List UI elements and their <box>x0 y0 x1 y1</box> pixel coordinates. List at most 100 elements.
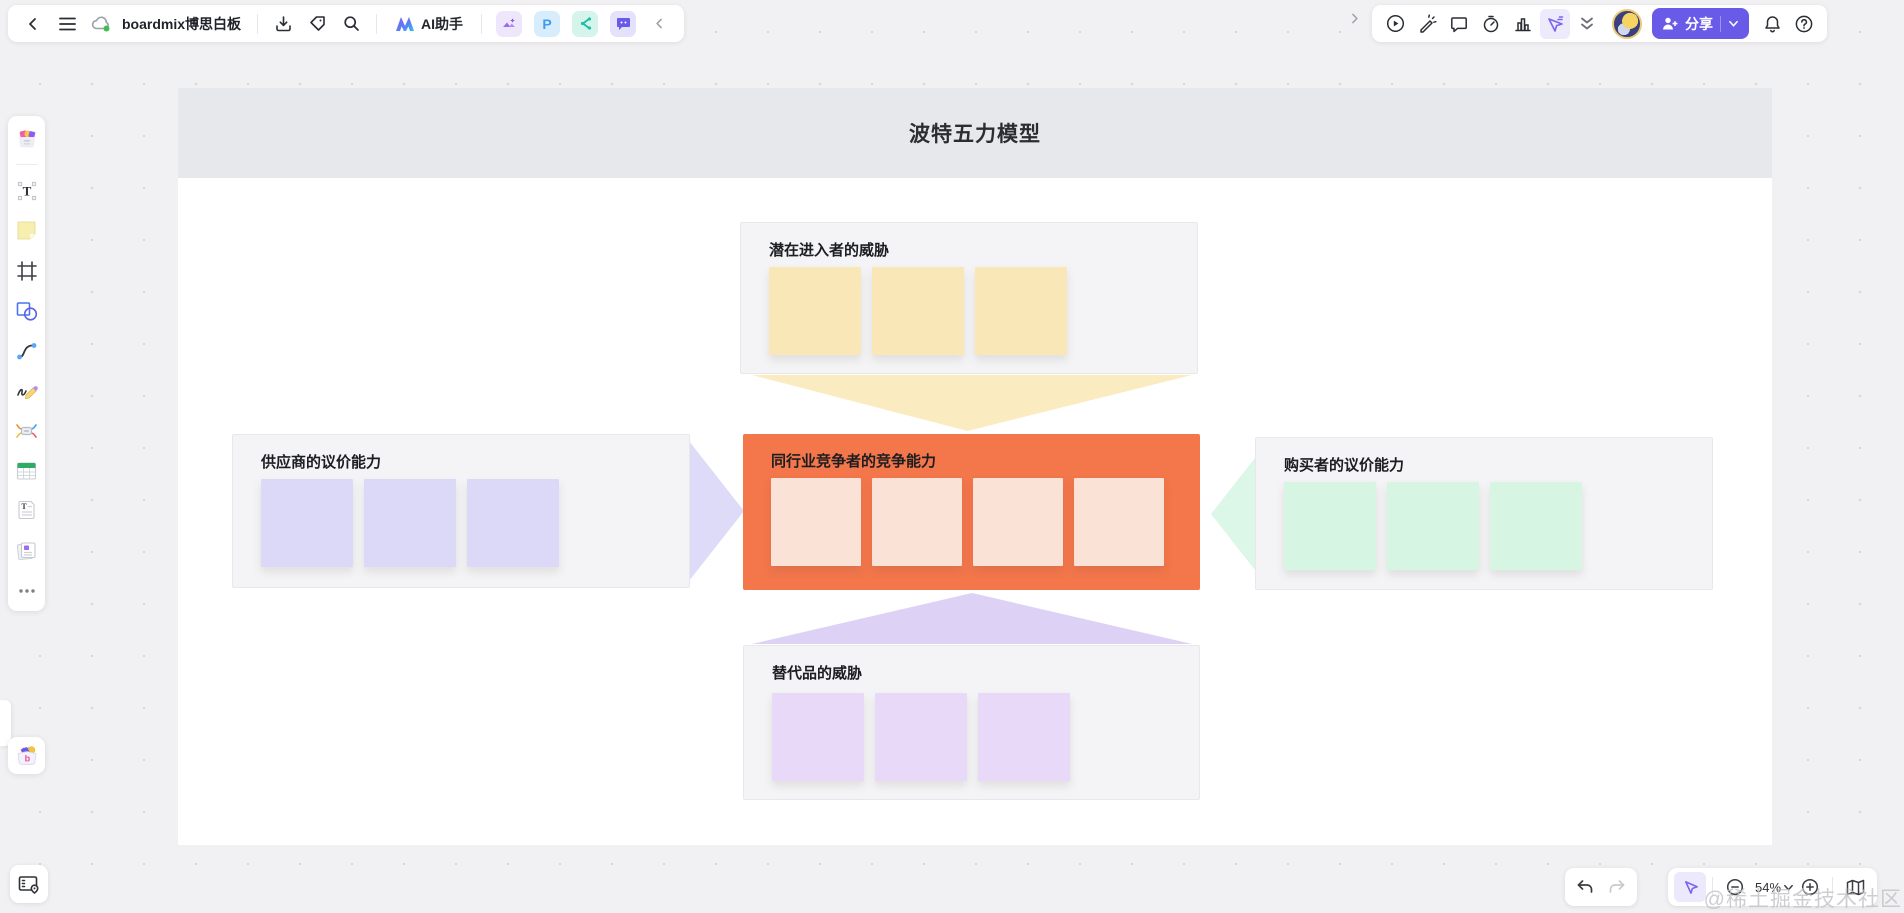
sticky-note-group <box>771 478 1164 566</box>
timer-icon <box>1483 15 1499 32</box>
sticky-note[interactable] <box>978 693 1070 781</box>
ai-logo-icon <box>396 16 415 31</box>
chevron-down-icon[interactable] <box>1783 882 1794 893</box>
force-box-rivalry[interactable]: 同行业竞争者的竞争能力 <box>743 434 1200 590</box>
ai-assistant-button[interactable]: AI助手 <box>387 9 471 39</box>
shapes-icon <box>16 301 37 321</box>
play-circle-icon <box>1386 14 1404 33</box>
force-box-new-entrants[interactable]: 潜在进入者的威胁 <box>740 222 1198 374</box>
sticky-note[interactable] <box>771 478 861 566</box>
chevron-down-icon[interactable] <box>1728 18 1739 29</box>
sticky-note[interactable] <box>1284 482 1376 570</box>
sticky-note[interactable] <box>975 267 1067 355</box>
cursor-tool-button[interactable] <box>1540 8 1570 39</box>
redo-button[interactable] <box>1601 872 1633 902</box>
force-box-suppliers[interactable]: 供应商的议价能力 <box>232 434 690 588</box>
share-button-label: 分享 <box>1685 15 1713 32</box>
pointer-mode-button[interactable] <box>1674 872 1706 902</box>
sticky-note-group <box>1284 482 1582 570</box>
back-button[interactable] <box>18 9 48 39</box>
table-tool[interactable] <box>12 456 41 485</box>
sticky-note-tool[interactable] <box>12 216 41 245</box>
svg-text:T: T <box>21 502 27 511</box>
export-button[interactable] <box>268 9 298 39</box>
cloud-sync-status[interactable] <box>86 9 116 39</box>
sticky-note[interactable] <box>872 267 964 355</box>
zoom-out-button[interactable] <box>1719 872 1751 902</box>
force-label: 替代品的威胁 <box>772 665 863 682</box>
sticky-note[interactable] <box>1387 482 1479 570</box>
history-controls <box>1565 868 1637 906</box>
sticky-note[interactable] <box>875 693 967 781</box>
force-label: 潜在进入者的威胁 <box>769 242 890 259</box>
divider <box>257 13 259 34</box>
force-box-substitutes[interactable]: 替代品的威胁 <box>743 645 1200 800</box>
document-icon: T <box>17 500 35 520</box>
notifications-button[interactable] <box>1757 9 1787 39</box>
frames-panel-button[interactable] <box>10 865 48 903</box>
board-title[interactable]: boardmix博思白板 <box>122 14 241 34</box>
bell-icon <box>1764 15 1780 32</box>
force-label: 同行业竞争者的竞争能力 <box>771 453 937 470</box>
sticky-note[interactable] <box>467 479 559 567</box>
pen-tool[interactable] <box>12 376 41 405</box>
shape-tool[interactable] <box>12 296 41 325</box>
search-button[interactable] <box>336 9 366 39</box>
map-icon <box>1846 879 1864 895</box>
timer-button[interactable] <box>1476 9 1506 39</box>
zoom-in-icon <box>1801 878 1819 896</box>
ellipsis-icon <box>18 588 35 593</box>
sticky-note-icon <box>17 221 36 240</box>
sticky-note[interactable] <box>261 479 353 567</box>
share-nodes-icon <box>580 17 591 30</box>
connector-tool[interactable] <box>12 336 41 365</box>
zoom-level[interactable]: 54% <box>1755 880 1781 895</box>
plugin-share-button[interactable] <box>572 10 599 37</box>
card-notes-tool[interactable] <box>12 536 41 565</box>
templates-tool[interactable] <box>12 124 41 153</box>
frame-title[interactable]: 波特五力模型 <box>909 118 1041 148</box>
zoom-in-button[interactable] <box>1794 872 1826 902</box>
sticky-note[interactable] <box>1074 478 1164 566</box>
sticky-note[interactable] <box>1490 482 1582 570</box>
comment-button[interactable] <box>1444 9 1474 39</box>
redo-icon <box>1609 880 1625 893</box>
collapse-toolbar-button[interactable] <box>644 9 674 39</box>
force-box-buyers[interactable]: 购买者的议价能力 <box>1255 437 1713 590</box>
whiteboard-canvas[interactable]: 波特五力模型 潜在进入者的威胁 供应商的议价能力 同行业竞争者的竞争能力 购买者… <box>0 0 1904 913</box>
vote-stats-button[interactable] <box>1508 9 1538 39</box>
more-tools-button[interactable] <box>1572 9 1602 39</box>
frame-tool[interactable] <box>12 256 41 285</box>
mindmap-icon <box>16 423 37 438</box>
plugin-image-button[interactable] <box>496 10 523 37</box>
plugin-comment-button[interactable] <box>610 10 637 37</box>
card-notes-icon <box>16 542 36 561</box>
sticky-note-group <box>772 693 1070 781</box>
chevron-left-icon <box>655 18 662 29</box>
present-button[interactable] <box>1380 9 1410 39</box>
sticky-note[interactable] <box>872 478 962 566</box>
sticky-note[interactable] <box>973 478 1063 566</box>
text-tool[interactable]: T <box>12 176 41 205</box>
document-tool[interactable]: T <box>12 496 41 525</box>
share-button[interactable]: 分享 <box>1652 8 1749 39</box>
undo-button[interactable] <box>1569 872 1601 902</box>
sticky-note[interactable] <box>772 693 864 781</box>
question-circle-icon <box>1795 15 1813 32</box>
tag-button[interactable] <box>302 9 332 39</box>
user-avatar[interactable] <box>1612 8 1642 39</box>
sticky-note[interactable] <box>769 267 861 355</box>
help-button[interactable] <box>1789 9 1819 39</box>
minimap-button[interactable] <box>1839 872 1871 902</box>
chevron-right-icon <box>1352 13 1358 24</box>
main-menu-button[interactable] <box>52 9 82 39</box>
resource-library-button[interactable]: b <box>8 737 45 774</box>
sticky-note[interactable] <box>364 479 456 567</box>
laser-pointer-button[interactable] <box>1412 9 1442 39</box>
expand-toolbar-button[interactable] <box>1348 12 1361 25</box>
more-tools-button[interactable] <box>12 576 41 605</box>
cursor-icon <box>1684 880 1698 894</box>
mindmap-tool[interactable] <box>12 416 41 445</box>
plugin-p-button[interactable]: P <box>534 10 561 37</box>
toolbar-left: boardmix博思白板 AI助手 P <box>8 5 685 42</box>
